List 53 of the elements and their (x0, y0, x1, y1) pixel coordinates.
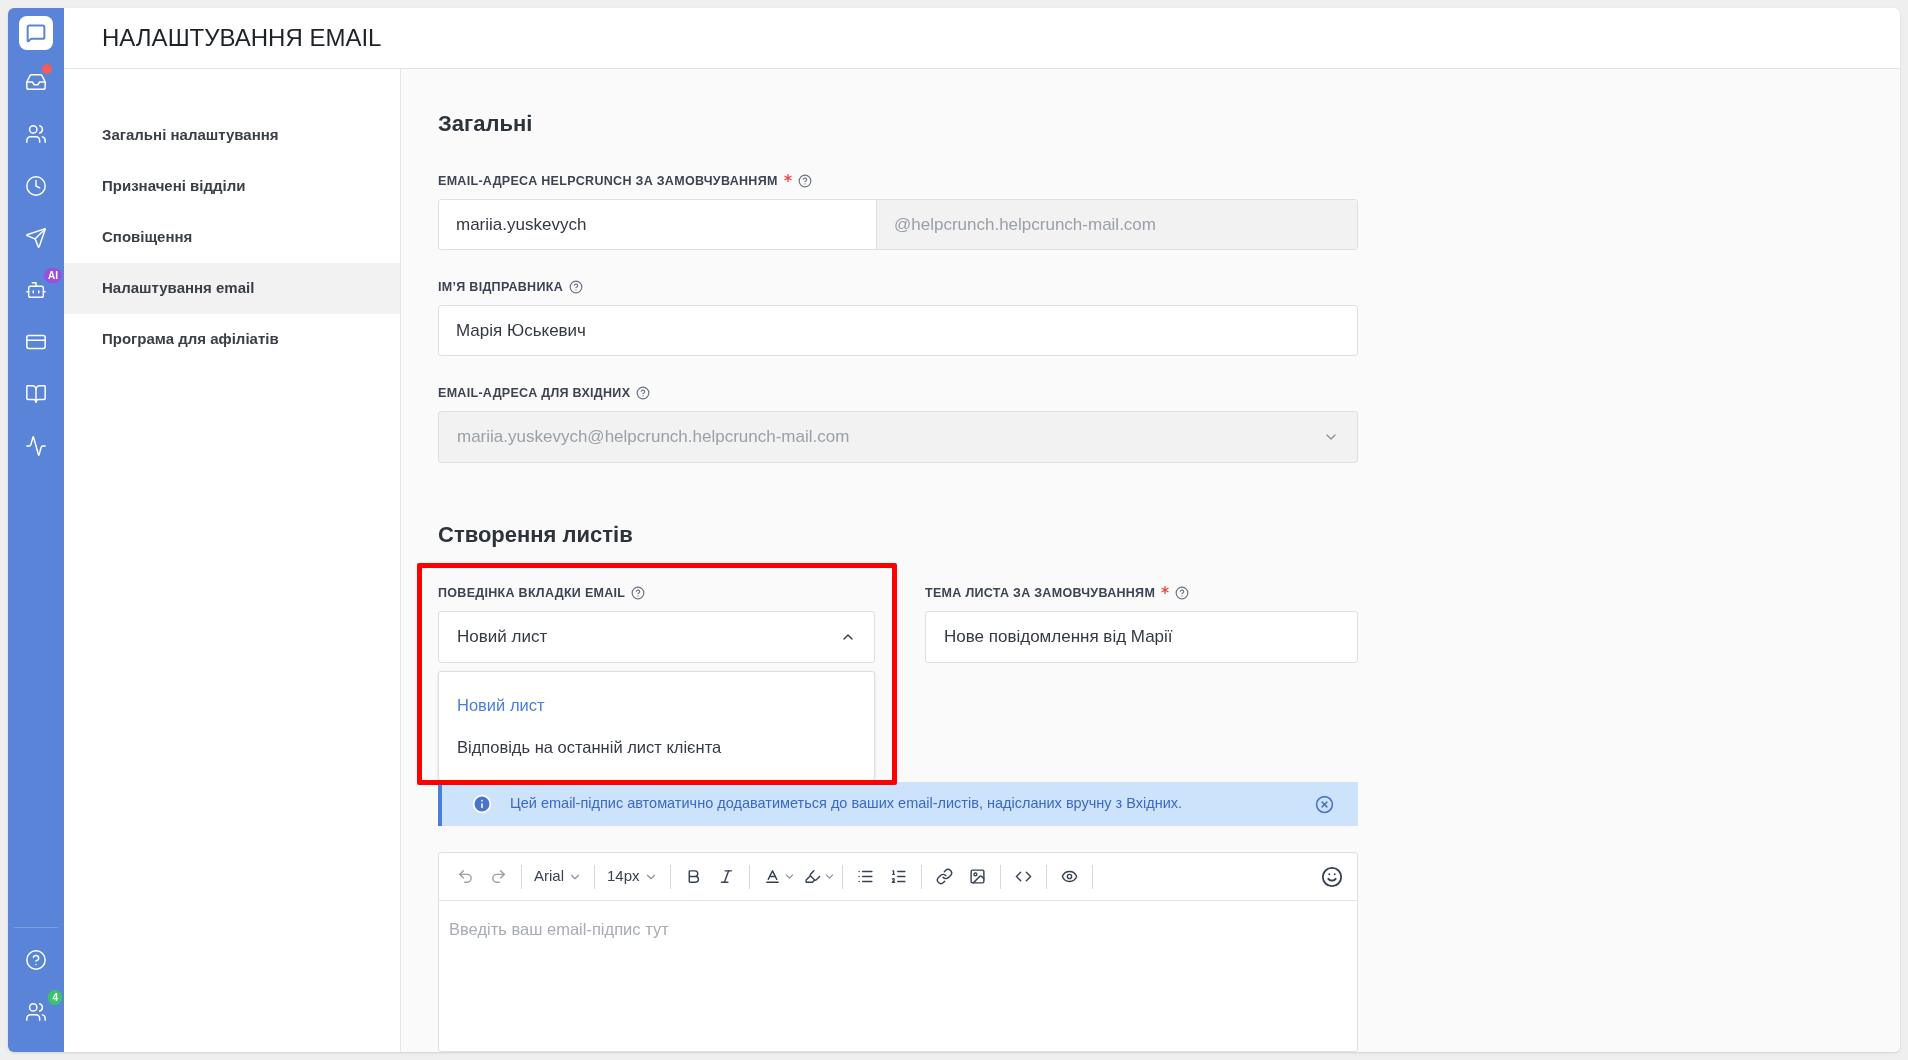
link-icon[interactable] (935, 868, 953, 885)
nav-item[interactable]: Сповіщення (64, 212, 400, 263)
undo-icon[interactable] (457, 868, 474, 885)
email-tab-select[interactable]: Новий лист (438, 611, 875, 663)
dropdown-option[interactable]: Відповідь на останній лист клієнта (439, 726, 874, 768)
book-icon (25, 383, 47, 405)
clock-icon (25, 175, 47, 197)
highlighter-icon[interactable] (803, 868, 821, 885)
eye-icon[interactable] (1060, 868, 1078, 885)
dropdown-option[interactable]: Новий лист (439, 684, 874, 726)
numbered-list-icon[interactable] (889, 868, 907, 885)
image-icon[interactable] (968, 868, 986, 885)
font-select[interactable]: Arial (528, 865, 588, 888)
field-label: ТЕМА ЛИСТА ЗА ЗАМОВЧУВАННЯМ (925, 584, 1156, 602)
nav-item[interactable]: Програма для афіліатів (64, 314, 400, 365)
paper-plane-icon (25, 227, 47, 249)
help-icon[interactable] (1175, 586, 1190, 600)
nav-item[interactable]: Призначені відділи (64, 161, 400, 212)
help-icon (25, 949, 47, 971)
bullet-list-icon[interactable] (856, 868, 874, 885)
inbox-icon (25, 71, 47, 93)
section-heading: Створення листів (438, 521, 634, 549)
text-color-icon[interactable] (763, 868, 781, 885)
field-label: EMAIL-АДРЕСА ДЛЯ ВХІДНИХ (438, 384, 631, 402)
badge: AI (44, 268, 62, 283)
info-icon (472, 794, 492, 814)
subject-field[interactable]: Нове повідомлення від Марії (925, 611, 1358, 663)
help-icon[interactable] (636, 386, 651, 400)
close-icon[interactable] (1315, 794, 1334, 814)
users-icon (25, 123, 47, 145)
field-label: ПОВЕДІНКА ВКЛАДКИ EMAIL (438, 584, 626, 602)
section-heading: Загальні (438, 110, 534, 138)
sender-name-field[interactable]: Марія Юськевич (438, 305, 1358, 356)
page-title: НАЛАШТУВАННЯ EMAIL (102, 23, 382, 53)
size-select[interactable]: 14px (601, 865, 664, 888)
nav-item[interactable]: Загальні налаштування (64, 110, 400, 161)
help-icon[interactable] (568, 280, 583, 294)
team-icon (25, 1001, 47, 1023)
info-text: Цей email-підпис автоматично додаватиметься до ваших email-листів, надісланих вручну з Вхідних. (510, 794, 1184, 814)
help-icon[interactable] (797, 174, 812, 188)
email-domain: @helpcrunch.helpcrunch-mail.com (876, 200, 1357, 249)
badge: 4 (48, 990, 62, 1005)
help-icon[interactable] (631, 586, 646, 600)
email-field[interactable]: mariia.yuskevych @helpcrunch.helpcrunch-mail.com (438, 199, 1358, 250)
nav-item[interactable]: Налаштування email (64, 263, 400, 314)
email-username: mariia.yuskevych (455, 213, 588, 236)
field-label: ІМ’Я ВІДПРАВНИКА (438, 278, 563, 296)
logo-icon (19, 16, 53, 50)
redo-icon[interactable] (490, 868, 507, 885)
field-label: EMAIL-АДРЕСА HELPCRUNCH ЗА ЗАМОВЧУВАННЯМ (438, 172, 778, 190)
pulse-icon (25, 435, 47, 457)
robot-icon (25, 279, 47, 301)
emoji-icon[interactable] (1321, 865, 1343, 888)
